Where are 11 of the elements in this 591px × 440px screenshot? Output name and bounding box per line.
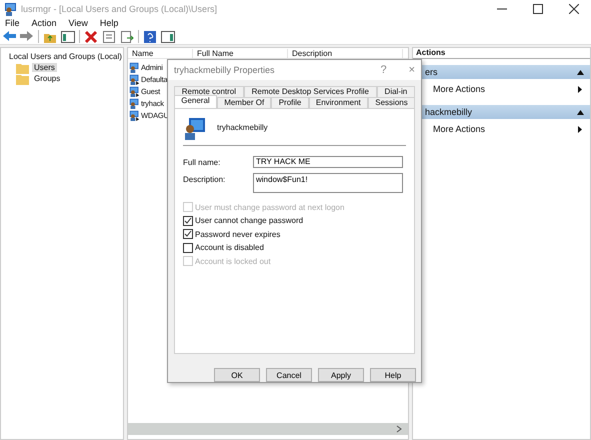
checkbox-label: Account is disabled	[195, 243, 264, 252]
checkbox-label: Account is locked out	[195, 256, 271, 266]
field-label: Description:	[183, 174, 226, 184]
user-name-label: tryhackmebilly	[217, 123, 268, 132]
checkbox-label: User must change password at next logon	[195, 202, 344, 212]
actions-title: Actions	[413, 48, 590, 59]
dialog-title: tryhackmebilly Properties	[174, 64, 276, 75]
window-title: lusrmgr - [Local Users and Groups (Local)\Users]	[21, 4, 218, 14]
field-label: Full name:	[183, 156, 222, 167]
checkbox-label: User cannot change password	[195, 216, 304, 226]
checkbox-label: Password never expires	[195, 230, 280, 239]
